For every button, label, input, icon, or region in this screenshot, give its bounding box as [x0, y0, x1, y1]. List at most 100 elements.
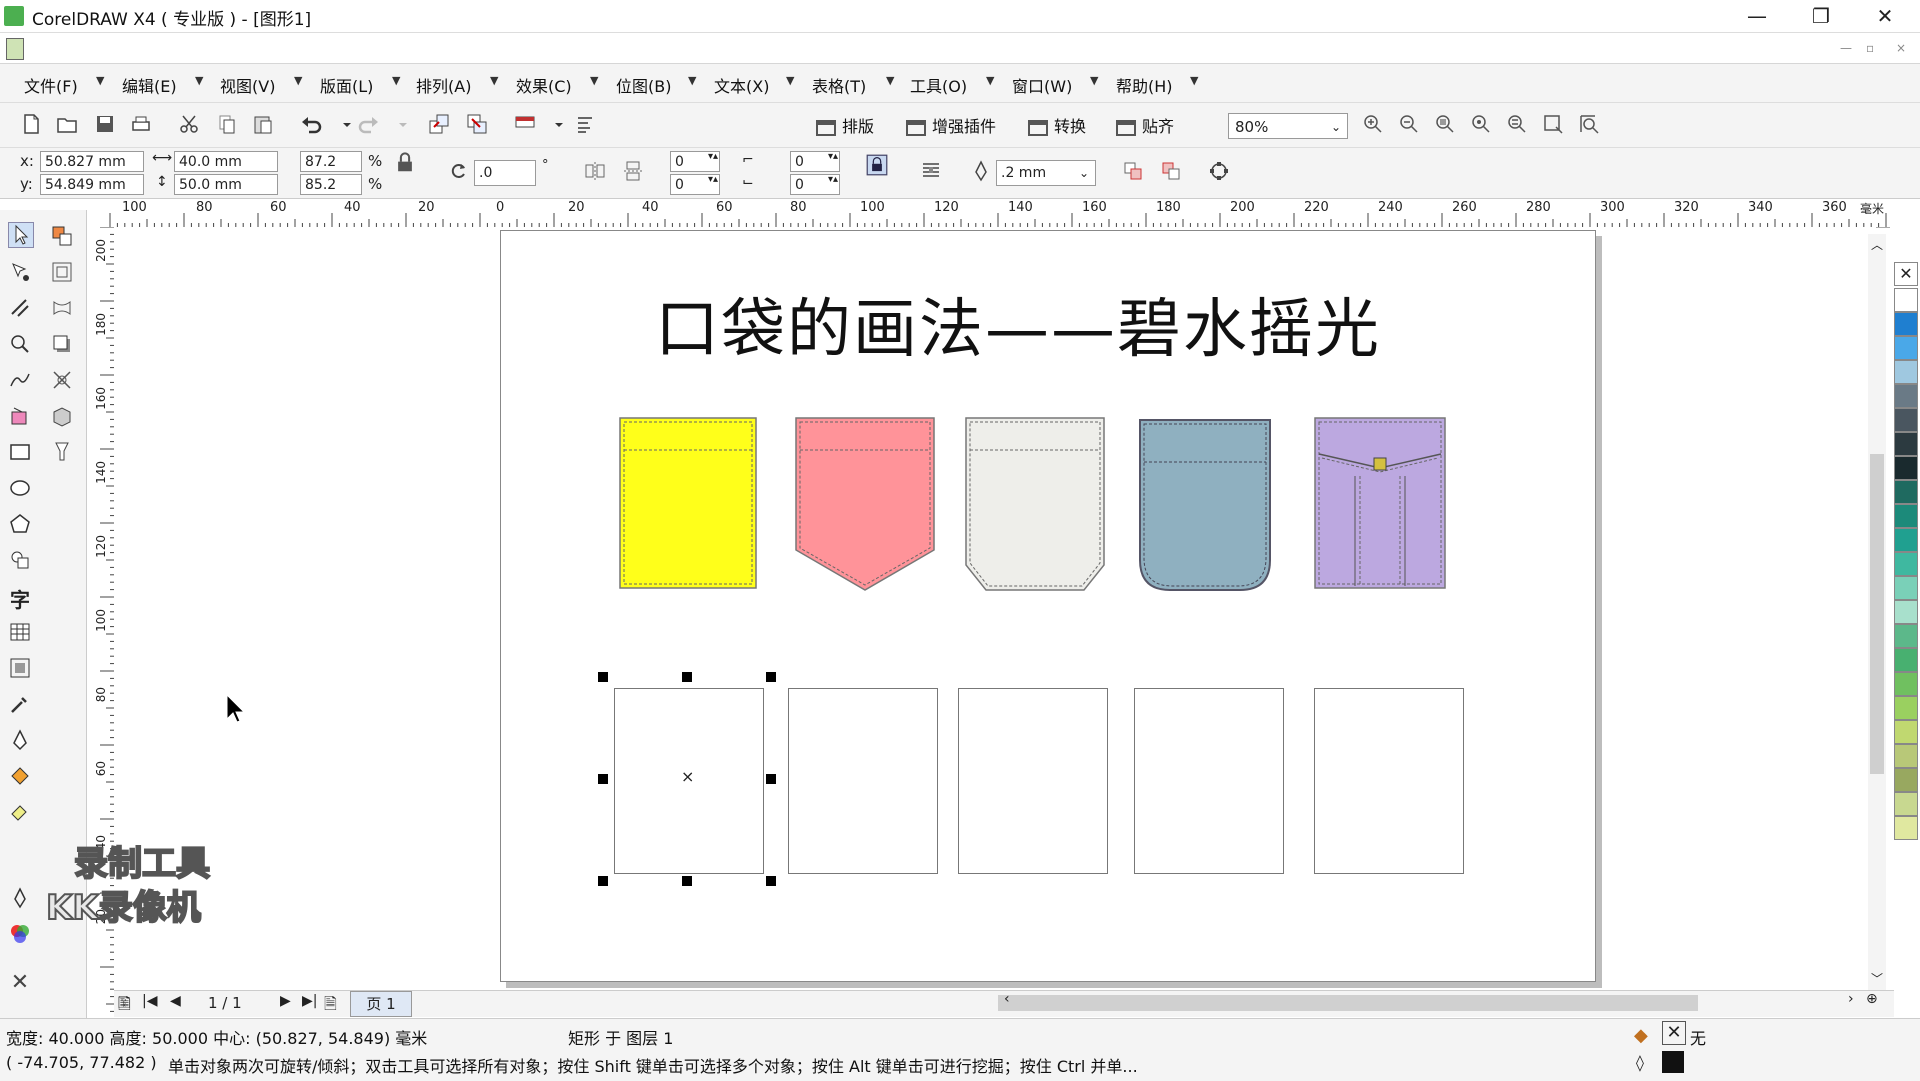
extrude-tool-icon[interactable] [50, 404, 74, 428]
color-swatch[interactable] [1894, 288, 1918, 312]
no-fill-swatch-icon[interactable]: ✕ [1662, 1021, 1686, 1045]
menu-tools[interactable]: 工具(O) [910, 73, 967, 97]
smart-fill-tool-icon[interactable] [50, 224, 74, 248]
menu-table[interactable]: 表格(T) [812, 73, 866, 97]
pink-pocket[interactable] [795, 417, 935, 591]
object-width-field[interactable]: 40.0 mm [174, 151, 278, 172]
color-swatch[interactable] [1894, 552, 1918, 576]
export-icon[interactable] [466, 113, 488, 135]
chevron-down-icon[interactable]: ﹀ [1871, 970, 1883, 987]
chevron-down-icon[interactable]: ▼ [886, 74, 894, 87]
restore-button[interactable]: ❐ [1794, 2, 1848, 30]
rectangle-tool-icon[interactable] [8, 440, 32, 464]
ruler-origin-corner[interactable] [94, 199, 108, 228]
redo-dropdown-icon[interactable] [392, 113, 407, 135]
rectangle-outline[interactable] [1134, 688, 1284, 874]
enhance-plugin-button[interactable]: 增强插件 [906, 113, 996, 137]
spinner-arrows-icon[interactable]: ▾▴ [828, 151, 838, 162]
zoom-page-width-icon[interactable] [1542, 113, 1564, 135]
convert-button[interactable]: 转换 [1028, 113, 1086, 137]
color-swatch[interactable] [1894, 744, 1918, 768]
distort-tool-icon[interactable] [50, 368, 74, 392]
zoom-out-icon[interactable] [1398, 113, 1420, 135]
rectangle-outline[interactable] [1314, 688, 1464, 874]
selected-rectangle[interactable]: × [614, 688, 764, 874]
scale-x-field[interactable]: 87.2 [300, 151, 362, 172]
chevron-down-icon[interactable]: ⌄ [1079, 161, 1089, 185]
selection-handle[interactable] [598, 876, 608, 886]
next-page-icon[interactable]: ▶ [280, 993, 291, 1009]
drop-shadow-tool-icon[interactable] [50, 332, 74, 356]
color-swatch[interactable] [1894, 648, 1918, 672]
menu-window[interactable]: 窗口(W) [1012, 73, 1072, 97]
chevron-down-icon[interactable]: ▼ [688, 74, 696, 87]
x-position-field[interactable]: 50.827 mm [40, 151, 144, 172]
interactive-fill-tool-icon[interactable] [8, 800, 32, 824]
rectangle-outline[interactable] [958, 688, 1108, 874]
layout-plugin-button[interactable]: 排版 [816, 113, 874, 137]
color-swatch[interactable] [1894, 672, 1918, 696]
mirror-horizontal-icon[interactable] [584, 160, 606, 182]
menu-arrange[interactable]: 排列(A) [416, 73, 471, 97]
color-swatch[interactable] [1894, 528, 1918, 552]
envelope-tool-icon[interactable] [50, 296, 74, 320]
round-corners-lock-icon[interactable] [866, 154, 888, 176]
color-swatch[interactable] [1894, 408, 1918, 432]
rotation-angle-field[interactable]: .0 [474, 160, 536, 186]
color-swatch[interactable] [1894, 768, 1918, 792]
zoom-in-icon[interactable] [1362, 113, 1384, 135]
zoom-page-icon[interactable] [1506, 113, 1528, 135]
doc-close-button[interactable]: × [1896, 41, 1906, 55]
copy-icon[interactable] [216, 113, 238, 135]
zoom-all-objects-icon[interactable] [1470, 113, 1492, 135]
pick-tool-icon[interactable] [8, 222, 34, 248]
undo-dropdown-icon[interactable] [336, 113, 351, 135]
open-folder-icon[interactable] [56, 113, 78, 135]
horizontal-scrollbar-thumb[interactable] [998, 995, 1698, 1011]
ellipse-tool-icon[interactable] [8, 476, 32, 500]
zoom-navigator-icon[interactable]: ⊕ [1866, 991, 1878, 1007]
chevron-down-icon[interactable]: ▼ [786, 74, 794, 87]
redo-icon[interactable] [358, 113, 380, 135]
chevron-down-icon[interactable]: ▼ [1190, 74, 1198, 87]
menu-edit[interactable]: 编辑(E) [122, 73, 177, 97]
application-launcher-icon[interactable] [514, 113, 536, 135]
add-page-icon[interactable]: 🗎 [118, 993, 131, 1020]
menu-layout[interactable]: 版面(L) [320, 73, 373, 97]
blue-pocket[interactable] [1139, 419, 1271, 591]
chevron-down-icon[interactable]: ▼ [1090, 74, 1098, 87]
color-swatch[interactable] [1894, 720, 1918, 744]
spinner-arrows-icon[interactable]: ▾▴ [828, 174, 838, 185]
to-back-icon[interactable] [1160, 160, 1182, 182]
previous-page-icon[interactable]: ◀ [170, 993, 181, 1009]
menu-effects[interactable]: 效果(C) [516, 73, 572, 97]
chevron-down-icon[interactable]: ▼ [294, 74, 302, 87]
color-wheel-icon[interactable] [8, 922, 32, 946]
spinner-arrows-icon[interactable]: ▾▴ [708, 174, 718, 185]
last-page-icon[interactable]: ▶| [302, 993, 317, 1009]
menu-bitmaps[interactable]: 位图(B) [616, 73, 671, 97]
selection-handle[interactable] [682, 672, 692, 682]
y-position-field[interactable]: 54.849 mm [40, 174, 144, 195]
color-swatch[interactable] [1894, 456, 1918, 480]
menu-view[interactable]: 视图(V) [220, 73, 275, 97]
outline-width-select[interactable]: .2 mm ⌄ [996, 160, 1096, 186]
scale-y-field[interactable]: 85.2 [300, 174, 362, 195]
fill-tool-icon[interactable] [8, 764, 32, 788]
color-swatch[interactable] [1894, 816, 1918, 840]
page-heading-text[interactable]: 口袋的画法——碧水摇光 [655, 278, 1381, 370]
save-icon[interactable] [94, 113, 116, 135]
color-swatch[interactable] [1894, 504, 1918, 528]
scrollbar-thumb[interactable] [1870, 454, 1884, 774]
transparency-tool-icon[interactable] [50, 440, 74, 464]
print-icon[interactable] [130, 113, 152, 135]
color-swatch[interactable] [1894, 312, 1918, 336]
undo-icon[interactable] [300, 113, 322, 135]
eyedropper-tool-icon[interactable] [8, 692, 32, 716]
yellow-pocket[interactable] [619, 417, 757, 589]
spinner-arrows-icon[interactable]: ▾▴ [708, 151, 718, 162]
outline-tool-icon[interactable] [8, 728, 32, 752]
doc-minimize-button[interactable]: — [1840, 41, 1852, 55]
text-tool-icon[interactable]: 字 [8, 584, 32, 612]
chevron-right-icon[interactable]: › [1848, 991, 1854, 1007]
